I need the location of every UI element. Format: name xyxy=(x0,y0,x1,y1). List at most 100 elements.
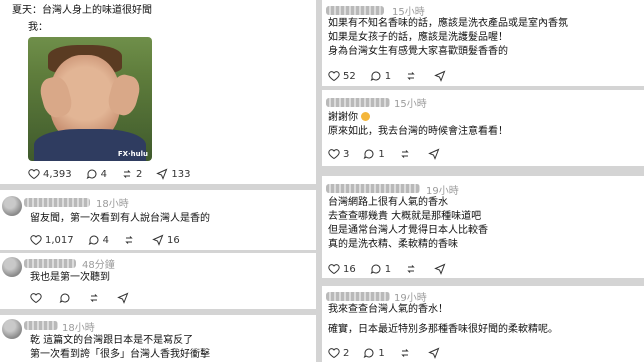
repost-button[interactable] xyxy=(405,70,420,82)
share-button[interactable] xyxy=(117,292,132,304)
post-card-main: 夏天：台灣人身上的味道很好聞 我： FX∙hulu 4,393 4 2 133 xyxy=(0,0,316,184)
heart-icon xyxy=(328,149,340,160)
repost-button[interactable] xyxy=(405,263,420,275)
share-button[interactable] xyxy=(427,347,443,359)
share-count: 16 xyxy=(167,234,180,246)
reply-text-line-2: 確實，日本最近特別多那種香味很好聞的柔軟精呢。 xyxy=(328,324,558,335)
reply-text-line-3: 但是通常台灣人才覺得日本人比較香 xyxy=(328,225,488,236)
heart-icon xyxy=(328,71,340,82)
repost-icon xyxy=(401,349,409,357)
reply-count: 1 xyxy=(384,263,392,275)
reply-text-line-2: 去查查哪幾貴 大概就是那種味道吧 xyxy=(328,211,482,222)
repost-icon xyxy=(125,236,133,244)
reply-count: 4 xyxy=(102,234,110,246)
reply-time: 15小時 xyxy=(392,7,425,18)
username-blurred xyxy=(326,184,420,193)
like-count: 1,017 xyxy=(45,234,74,246)
share-button[interactable]: 133 xyxy=(156,168,190,180)
share-button[interactable] xyxy=(434,263,449,275)
reply-button[interactable]: 1 xyxy=(363,148,385,160)
reply-text-line-1: 我來查查台灣人氣的香水！ xyxy=(328,304,448,315)
reply-actions: 52 1 xyxy=(328,70,463,82)
avatar[interactable] xyxy=(2,319,22,339)
repost-icon xyxy=(90,294,98,302)
comment-text: 留友聞，第一次看到有人說台灣人是香的 xyxy=(30,213,210,224)
reply-button[interactable]: 4 xyxy=(88,234,109,246)
comment-text: 我也是第一次聽到 xyxy=(30,272,110,283)
avatar[interactable] xyxy=(2,257,22,277)
comment-time: 48分鐘 xyxy=(82,260,115,271)
repost-icon xyxy=(407,265,415,273)
repost-button[interactable] xyxy=(123,234,138,246)
username-blurred xyxy=(326,6,384,15)
like-count: 2 xyxy=(343,347,350,359)
reply-actions: 2 1 xyxy=(328,347,457,359)
reply-actions: 16 1 xyxy=(328,263,463,275)
reply-text-line-2: 原來如此，我去台灣的時候會注意看看！ xyxy=(328,126,508,137)
reply-count: 1 xyxy=(378,347,385,359)
share-button[interactable] xyxy=(427,148,443,160)
repost-icon xyxy=(407,72,415,80)
reply-button[interactable]: 4 xyxy=(86,168,107,180)
like-button[interactable]: 16 xyxy=(328,263,356,275)
send-icon xyxy=(156,168,168,180)
smile-emoji-icon xyxy=(361,112,371,121)
username-blurred xyxy=(24,259,76,268)
like-button[interactable]: 2 xyxy=(328,347,349,359)
reply-actions: 3 1 xyxy=(328,148,457,160)
comment-card-3: 18小時 乾 這篇文的台灣跟日本是不是寫反了 第一次看到誇「很多」台灣人香我好衝… xyxy=(0,315,316,362)
like-count: 52 xyxy=(343,70,356,82)
comment-card-1: 18小時 留友聞，第一次看到有人說台灣人是香的 1,017 4 16 xyxy=(0,190,316,250)
like-count: 16 xyxy=(343,263,356,275)
comment-icon xyxy=(86,169,97,179)
reply-card-3: 19小時 台灣網路上很有人氣的香水 去查查哪幾貴 大概就是那種味道吧 但是通常台… xyxy=(322,176,644,278)
like-count: 4,393 xyxy=(43,168,72,180)
like-button[interactable]: 1,017 xyxy=(30,234,74,246)
reply-button[interactable]: 1 xyxy=(370,70,391,82)
heart-icon xyxy=(328,348,340,359)
heart-icon xyxy=(30,235,42,246)
comment-icon xyxy=(370,71,381,81)
post-header-text: 夏天：台灣人身上的味道很好聞 xyxy=(12,5,152,16)
reply-text-line-4: 真的是洗衣精、柔軟精的香味 xyxy=(328,239,458,250)
repost-button[interactable]: 2 xyxy=(121,168,142,180)
photo-watermark: FX∙hulu xyxy=(117,150,148,158)
send-icon xyxy=(434,70,446,82)
send-icon xyxy=(427,347,440,359)
send-icon xyxy=(117,292,129,304)
reply-count: 1 xyxy=(378,148,385,160)
share-button[interactable]: 16 xyxy=(152,234,180,246)
comment-card-2: 48分鐘 我也是第一次聽到 xyxy=(0,253,316,309)
repost-button[interactable] xyxy=(399,148,414,160)
repost-icon xyxy=(401,150,409,158)
like-button[interactable]: 3 xyxy=(328,148,349,160)
username-blurred xyxy=(24,321,58,330)
repost-button[interactable] xyxy=(399,347,414,359)
share-button[interactable] xyxy=(434,70,449,82)
avatar[interactable] xyxy=(2,196,22,216)
reply-button[interactable]: 1 xyxy=(363,347,385,359)
username-blurred xyxy=(326,98,390,107)
reply-button[interactable]: 1 xyxy=(370,263,391,275)
reply-text-line-1: 如果有不知名香味的話，應該是洗衣產品或是室內香氛 xyxy=(328,18,568,29)
repost-button[interactable] xyxy=(88,292,103,304)
comment-text-line-2: 第一次看到誇「很多」台灣人香我好衝擊 xyxy=(30,349,210,360)
username-blurred xyxy=(326,292,390,301)
comment-actions: 1,017 4 16 xyxy=(30,234,194,246)
like-button[interactable] xyxy=(30,292,45,304)
comment-text-line-1: 乾 這篇文的台灣跟日本是不是寫反了 xyxy=(30,335,194,346)
heart-icon xyxy=(28,169,40,180)
post-actions: 4,393 4 2 133 xyxy=(28,168,204,180)
send-icon xyxy=(152,234,164,246)
reply-time: 15小時 xyxy=(394,99,427,110)
reply-text-line-1: 謝謝你 xyxy=(328,111,371,124)
reply-button[interactable] xyxy=(59,292,74,304)
like-button[interactable]: 4,393 xyxy=(28,168,72,180)
comment-icon xyxy=(363,149,374,159)
comment-time: 18小時 xyxy=(96,199,129,210)
reply-text-line-3: 身為台灣女生有感覺大家喜歡頭髮香香的 xyxy=(328,46,508,57)
post-image[interactable]: FX∙hulu xyxy=(28,37,152,161)
reply-card-2: 15小時 謝謝你 原來如此，我去台灣的時候會注意看看！ 3 1 xyxy=(322,90,644,166)
like-button[interactable]: 52 xyxy=(328,70,356,82)
heart-icon xyxy=(328,264,340,275)
